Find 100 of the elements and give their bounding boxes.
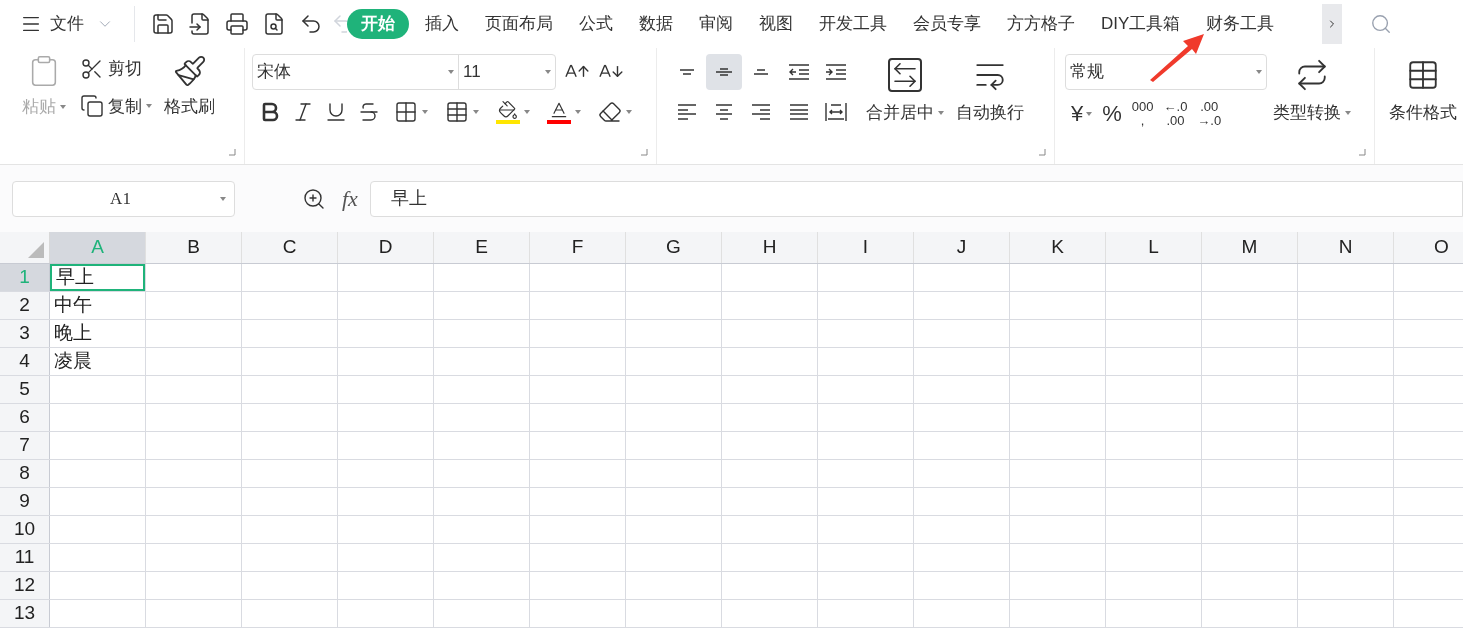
ribbon-tab[interactable]: 会员专享	[903, 9, 991, 39]
copy-icon	[80, 94, 104, 119]
table-cell[interactable]: 早上	[50, 264, 145, 291]
row-header[interactable]: 6	[0, 404, 50, 431]
annotation-arrow	[1148, 32, 1206, 82]
ribbon-tab[interactable]: 方方格子	[997, 9, 1085, 39]
align-left-icon	[677, 102, 697, 122]
align-top-icon	[679, 69, 695, 75]
row-header[interactable]: 2	[0, 292, 50, 319]
row-header[interactable]: 3	[0, 320, 50, 347]
dropdown-caret-icon	[524, 110, 530, 114]
file-menu[interactable]: 文件	[0, 6, 126, 42]
format-painter-button[interactable]: 格式刷	[164, 54, 215, 164]
paint-bucket-icon	[496, 100, 520, 124]
strikethrough-icon[interactable]	[357, 100, 381, 124]
conditional-format-button[interactable]: 条件格式	[1375, 48, 1457, 126]
ribbon-tab[interactable]: 开发工具	[809, 9, 897, 39]
number-format-button[interactable]: %	[1102, 96, 1122, 132]
row-header[interactable]: 13	[0, 600, 50, 627]
type-convert-button[interactable]: 类型转换	[1273, 54, 1351, 164]
zoom-icon[interactable]	[302, 186, 326, 211]
ribbon-tab[interactable]: 公式	[569, 9, 623, 39]
row-header[interactable]: 12	[0, 572, 50, 599]
row-header[interactable]: 10	[0, 516, 50, 543]
align-middle-icon	[715, 68, 734, 76]
dropdown-caret-icon	[626, 110, 632, 114]
column-header[interactable]: E	[434, 232, 530, 263]
row-header[interactable]: 7	[0, 432, 50, 459]
column-header[interactable]: B	[146, 232, 242, 263]
align-right-icon	[751, 102, 772, 122]
dropdown-caret-icon	[473, 110, 479, 114]
column-header[interactable]: H	[722, 232, 818, 263]
convert-arrows-icon	[1295, 58, 1329, 92]
row-header[interactable]: 8	[0, 460, 50, 487]
save-icon[interactable]	[151, 12, 175, 36]
ribbon-tab[interactable]: 财务工具	[1196, 9, 1285, 39]
number-format-button[interactable]: 000 ,	[1131, 96, 1154, 132]
dropdown-caret-icon	[220, 196, 226, 201]
borders-icon	[394, 100, 418, 124]
row-header[interactable]: 11	[0, 544, 50, 571]
indent-icon	[824, 62, 847, 82]
dropdown-caret-icon	[60, 104, 66, 109]
undo-icon[interactable]	[299, 12, 323, 36]
outdent-icon	[787, 62, 810, 82]
number-format-button[interactable]: .00 →.0	[1197, 96, 1222, 132]
name-box[interactable]: A1	[12, 180, 235, 217]
distributed-align-icon	[824, 102, 847, 122]
column-header[interactable]: J	[914, 232, 1010, 263]
column-header[interactable]: I	[818, 232, 914, 263]
dropdown-caret-icon	[575, 110, 581, 114]
dropdown-caret-icon	[1256, 70, 1262, 74]
dropdown-caret-icon	[422, 110, 428, 114]
table-cell[interactable]: 晚上	[50, 320, 145, 347]
eraser-icon	[598, 100, 622, 124]
underline-icon[interactable]	[324, 100, 348, 124]
column-header[interactable]: G	[626, 232, 722, 263]
number-format-button[interactable]: ¥	[1071, 96, 1093, 132]
font-color-icon	[547, 100, 571, 124]
copy-button[interactable]: 复制	[80, 93, 152, 119]
column-header[interactable]: K	[1010, 232, 1106, 263]
number-format-field[interactable]: 常规	[1065, 54, 1267, 90]
dropdown-caret-icon	[938, 110, 944, 115]
export-icon[interactable]	[188, 12, 212, 36]
table-cell[interactable]: 凌晨	[50, 348, 145, 375]
grid-table-icon	[1406, 58, 1440, 92]
ribbon-tab[interactable]: 页面布局	[475, 9, 563, 39]
column-header[interactable]: D	[338, 232, 434, 263]
number-format-button[interactable]: ←.0 .00	[1163, 96, 1188, 132]
dropdown-caret-icon	[146, 104, 152, 109]
column-header[interactable]: L	[1106, 232, 1202, 263]
paintbrush-icon	[172, 54, 207, 88]
dropdown-caret-icon	[1086, 112, 1093, 116]
column-header[interactable]: O	[1394, 232, 1463, 263]
row-header[interactable]: 9	[0, 488, 50, 515]
cut-button[interactable]: 剪切	[80, 56, 152, 82]
dropdown-caret-icon	[1345, 110, 1351, 115]
search-icon[interactable]	[1370, 13, 1393, 35]
ribbon-tab[interactable]: 视图	[749, 9, 803, 39]
column-header[interactable]: C	[242, 232, 338, 263]
ribbon-tab[interactable]: 审阅	[689, 9, 743, 39]
wrap-text-button[interactable]: 自动换行	[956, 54, 1024, 164]
merge-cells-icon	[888, 58, 922, 92]
table-cell[interactable]: 中午	[50, 292, 145, 319]
row-header[interactable]: 4	[0, 348, 50, 375]
ribbon-tab[interactable]: DIY工具箱	[1091, 9, 1191, 39]
print-preview-icon[interactable]	[262, 12, 286, 36]
column-header[interactable]: F	[530, 232, 626, 263]
column-header[interactable]: N	[1298, 232, 1394, 263]
print-icon[interactable]	[225, 12, 249, 36]
column-header[interactable]: M	[1202, 232, 1298, 263]
merge-center-button[interactable]: 合并居中	[866, 54, 944, 164]
alignment-button[interactable]	[706, 54, 743, 90]
ribbon-tab[interactable]: 数据	[629, 9, 683, 39]
align-justify-icon	[788, 102, 809, 122]
fx-label[interactable]: fx	[342, 182, 358, 215]
row-header[interactable]: 5	[0, 376, 50, 403]
align-center-icon	[714, 102, 735, 122]
formula-input[interactable]: 早上	[369, 180, 1463, 217]
align-bottom-icon	[753, 69, 770, 75]
ribbon-tab[interactable]: 插入	[415, 9, 469, 39]
